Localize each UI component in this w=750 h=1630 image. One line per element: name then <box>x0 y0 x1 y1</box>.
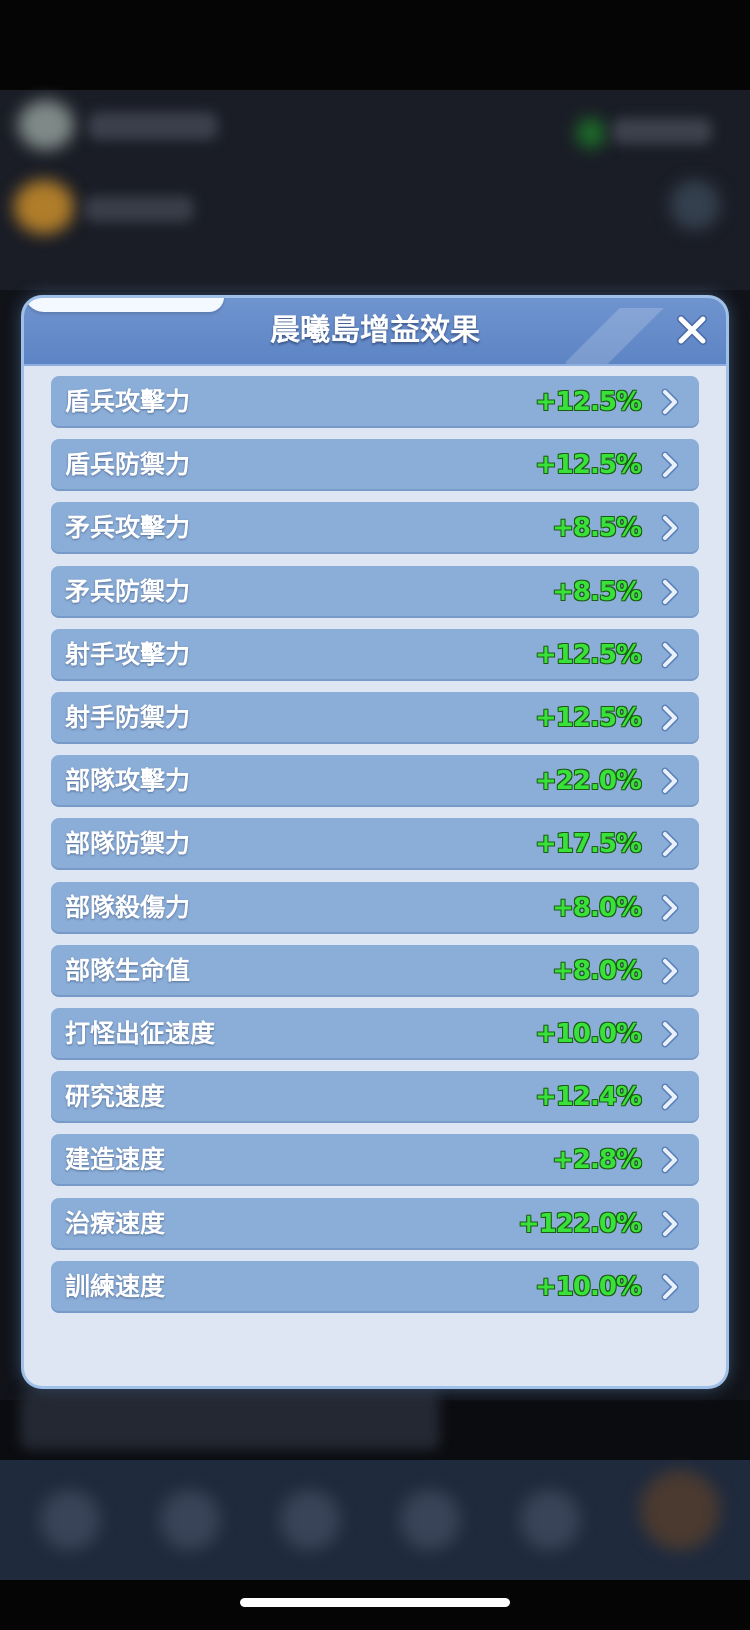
buff-row[interactable]: 訓練速度 +10.0% <box>51 1260 699 1313</box>
chevron-right-icon[interactable] <box>655 514 683 542</box>
chat-blur <box>20 1390 440 1450</box>
resource-blur <box>84 196 194 222</box>
chevron-right-icon[interactable] <box>655 388 683 416</box>
bottom-nav-area <box>0 1460 750 1580</box>
chevron-right-icon[interactable] <box>655 767 683 795</box>
buff-label: 部隊防禦力 <box>65 829 191 859</box>
buff-value: +12.5% <box>535 639 642 670</box>
buff-row[interactable]: 研究速度 +12.4% <box>51 1071 699 1124</box>
buff-label: 射手防禦力 <box>65 703 191 732</box>
nav-icon-blur <box>280 1490 340 1550</box>
buff-row[interactable]: 射手防禦力 +12.5% <box>51 692 699 744</box>
chevron-right-icon[interactable] <box>655 1210 683 1238</box>
nav-icon-blur <box>160 1490 220 1550</box>
buff-label: 治療速度 <box>65 1208 166 1238</box>
buff-value: +12.4% <box>535 1082 642 1113</box>
close-icon <box>672 315 712 354</box>
status-dot-blur <box>576 118 606 148</box>
buff-label: 打怪出征速度 <box>65 1019 216 1048</box>
chevron-right-icon[interactable] <box>655 1273 683 1301</box>
buff-dialog: 晨曦島增益效果 盾兵攻擊力 +12.5% 盾兵防禦力 +12.5% 矛兵攻擊力 +8.5%… <box>24 298 726 1386</box>
nav-icon-blur <box>640 1470 720 1550</box>
nav-icon-blur <box>40 1490 100 1550</box>
chevron-right-icon[interactable] <box>655 704 683 732</box>
buff-label: 訓練速度 <box>65 1271 166 1301</box>
status-text-blur <box>612 118 712 144</box>
buff-row[interactable]: 建造速度 +2.8% <box>51 1134 699 1187</box>
dialog-header: 晨曦島增益效果 <box>24 298 726 366</box>
chevron-right-icon[interactable] <box>655 578 683 606</box>
chevron-right-icon[interactable] <box>655 1083 683 1111</box>
home-indicator <box>240 1598 510 1607</box>
buff-row[interactable]: 盾兵攻擊力 +12.5% <box>51 376 699 428</box>
buff-row[interactable]: 部隊生命值 +8.0% <box>51 944 699 997</box>
chevron-right-icon[interactable] <box>655 451 683 479</box>
buff-value: +10.0% <box>535 1019 642 1049</box>
dialog-title: 晨曦島增益效果 <box>270 313 480 348</box>
buff-list[interactable]: 盾兵攻擊力 +12.5% 盾兵防禦力 +12.5% 矛兵攻擊力 +8.5% 矛兵防禦力 +8.… <box>51 376 699 1354</box>
buff-row[interactable]: 部隊殺傷力 +8.0% <box>51 881 699 934</box>
buff-value: +8.0% <box>552 955 642 986</box>
buff-label: 射手攻擊力 <box>65 639 191 669</box>
buff-label: 盾兵攻擊力 <box>65 387 191 416</box>
coin-blur <box>14 180 74 234</box>
buff-row[interactable]: 治療速度 +122.0% <box>51 1197 699 1250</box>
chevron-right-icon[interactable] <box>655 1146 683 1174</box>
buff-row[interactable]: 矛兵攻擊力 +8.5% <box>51 502 699 555</box>
buff-value: +17.5% <box>535 829 642 860</box>
name-blur <box>88 112 218 140</box>
buff-row[interactable]: 部隊攻擊力 +22.0% <box>51 755 699 808</box>
buff-value: +8.0% <box>552 892 642 923</box>
nav-icon-blur <box>400 1490 460 1550</box>
buff-label: 盾兵防禦力 <box>65 450 191 480</box>
buff-label: 部隊生命值 <box>65 955 191 985</box>
buff-label: 部隊殺傷力 <box>65 892 191 922</box>
chevron-right-icon[interactable] <box>655 894 683 922</box>
buff-row[interactable]: 盾兵防禦力 +12.5% <box>51 439 699 492</box>
buff-value: +22.0% <box>535 766 642 797</box>
side-icon-blur <box>670 180 720 230</box>
buff-row[interactable]: 打怪出征速度 +10.0% <box>51 1008 699 1060</box>
buff-value: +8.5% <box>552 576 642 607</box>
avatar-blur <box>18 100 74 150</box>
close-button[interactable] <box>672 310 712 350</box>
buff-value: +12.5% <box>535 387 642 417</box>
buff-value: +12.5% <box>535 450 642 481</box>
buff-row[interactable]: 射手攻擊力 +12.5% <box>51 628 699 681</box>
buff-label: 矛兵防禦力 <box>65 576 191 606</box>
buff-value: +8.5% <box>552 513 642 544</box>
status-bar-area <box>0 0 750 90</box>
chevron-right-icon[interactable] <box>655 830 683 858</box>
buff-value: +12.5% <box>535 703 642 733</box>
buff-label: 研究速度 <box>65 1082 166 1112</box>
nav-icon-blur <box>520 1490 580 1550</box>
chevron-right-icon[interactable] <box>655 641 683 669</box>
buff-label: 建造速度 <box>65 1145 166 1175</box>
chevron-right-icon[interactable] <box>655 1020 683 1048</box>
buff-value: +10.0% <box>535 1271 642 1302</box>
chevron-right-icon[interactable] <box>655 957 683 985</box>
buff-row[interactable]: 矛兵防禦力 +8.5% <box>51 565 699 618</box>
buff-label: 部隊攻擊力 <box>65 766 191 796</box>
buff-label: 矛兵攻擊力 <box>65 513 191 543</box>
buff-row[interactable]: 部隊防禦力 +17.5% <box>51 818 699 871</box>
buff-value: +2.8% <box>552 1145 642 1176</box>
buff-value: +122.0% <box>517 1208 642 1239</box>
